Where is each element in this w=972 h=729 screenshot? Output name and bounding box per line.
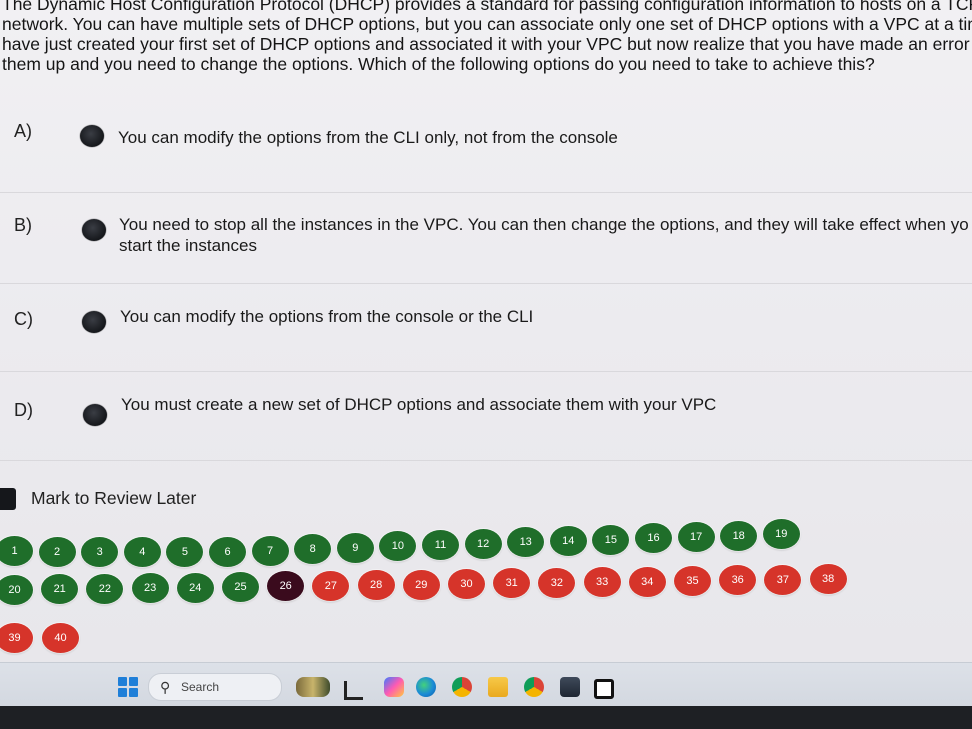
option-d-letter: D) xyxy=(14,400,33,420)
question-nav-button-14[interactable]: 14 xyxy=(549,526,587,557)
copilot-icon[interactable] xyxy=(384,677,404,697)
question-nav-button-26[interactable]: 26 xyxy=(267,571,305,602)
question-nav-button-24[interactable]: 24 xyxy=(176,572,214,603)
question-nav-button-7[interactable]: 7 xyxy=(251,536,289,566)
windows-start-icon[interactable] xyxy=(118,677,138,697)
option-c-row[interactable]: C) You can modify the options from the c… xyxy=(0,284,972,372)
question-nav-button-1[interactable]: 1 xyxy=(0,536,33,566)
question-nav-button-23[interactable]: 23 xyxy=(131,573,169,604)
question-nav-button-31[interactable]: 31 xyxy=(493,568,531,599)
option-b-row[interactable]: B) You need to stop all the instances in… xyxy=(0,193,972,284)
windows-taskbar: ⚲ Search xyxy=(0,662,972,707)
option-b-radio[interactable] xyxy=(82,219,106,241)
question-text: The Dynamic Host Configuration Protocol … xyxy=(2,0,972,74)
question-nav-button-27[interactable]: 27 xyxy=(312,570,350,601)
question-nav-button-2[interactable]: 2 xyxy=(38,536,76,567)
exam-screen: The Dynamic Host Configuration Protocol … xyxy=(0,0,972,729)
file-explorer-icon[interactable] xyxy=(488,677,508,697)
question-line-1: The Dynamic Host Configuration Protocol … xyxy=(2,0,972,14)
option-b-line-1: You need to stop all the instances in th… xyxy=(119,215,969,234)
question-nav-button-33[interactable]: 33 xyxy=(583,567,621,598)
question-nav-button-11[interactable]: 11 xyxy=(422,530,459,560)
widgets-icon[interactable] xyxy=(296,677,330,697)
chrome-icon[interactable] xyxy=(452,677,472,697)
question-nav-button-22[interactable]: 22 xyxy=(86,573,124,604)
question-nav-button-20[interactable]: 20 xyxy=(0,575,33,605)
question-nav-button-40[interactable]: 40 xyxy=(42,623,79,653)
chrome-icon[interactable] xyxy=(524,677,544,697)
question-nav-button-3[interactable]: 3 xyxy=(81,536,119,567)
option-b-line-2: start the instances xyxy=(119,236,257,255)
question-nav-button-9[interactable]: 9 xyxy=(336,532,374,563)
option-c-text: You can modify the options from the cons… xyxy=(120,306,533,327)
question-line-2: network. You can have multiple sets of D… xyxy=(2,14,972,34)
option-a-letter: A) xyxy=(14,121,32,141)
monitor-bezel xyxy=(0,706,972,729)
question-nav-button-6[interactable]: 6 xyxy=(209,536,246,567)
store-icon[interactable] xyxy=(560,677,580,697)
option-c-radio[interactable] xyxy=(82,311,106,333)
mark-review-checkbox[interactable] xyxy=(0,488,16,510)
option-d-text: You must create a new set of DHCP option… xyxy=(121,394,716,415)
question-nav-button-19[interactable]: 19 xyxy=(762,519,800,550)
question-nav-button-12[interactable]: 12 xyxy=(464,528,502,559)
taskbar-search-box[interactable]: ⚲ Search xyxy=(148,673,282,701)
option-d-radio[interactable] xyxy=(83,404,107,426)
option-d-row[interactable]: D) You must create a new set of DHCP opt… xyxy=(0,372,972,461)
question-nav-button-21[interactable]: 21 xyxy=(41,574,79,605)
question-nav-button-34[interactable]: 34 xyxy=(628,566,666,597)
question-nav-button-37[interactable]: 37 xyxy=(764,564,802,595)
question-nav-button-39[interactable]: 39 xyxy=(0,623,33,653)
question-nav-button-8[interactable]: 8 xyxy=(294,534,332,565)
option-b-letter: B) xyxy=(14,215,32,235)
question-nav-button-16[interactable]: 16 xyxy=(635,523,672,554)
option-c-line-1: You can modify the options from the cons… xyxy=(120,307,534,326)
option-c-letter: C) xyxy=(14,309,33,329)
question-nav-button-25[interactable]: 25 xyxy=(222,572,259,602)
question-nav-button-15[interactable]: 15 xyxy=(592,524,630,555)
question-nav-button-29[interactable]: 29 xyxy=(402,569,440,600)
mark-review-label: Mark to Review Later xyxy=(31,488,197,508)
taskbar-search-label: Search xyxy=(181,680,220,694)
question-nav-button-28[interactable]: 28 xyxy=(357,570,395,601)
question-nav-button-17[interactable]: 17 xyxy=(677,521,715,552)
option-a-text: You can modify the options from the CLI … xyxy=(118,127,618,148)
edge-icon[interactable] xyxy=(416,677,436,697)
question-nav-button-32[interactable]: 32 xyxy=(538,567,576,598)
question-nav-button-38[interactable]: 38 xyxy=(809,564,847,595)
question-nav-button-18[interactable]: 18 xyxy=(720,520,758,551)
question-line-4: them up and you need to change the optio… xyxy=(2,54,875,74)
search-icon: ⚲ xyxy=(160,679,171,695)
task-view-icon[interactable] xyxy=(344,681,363,700)
option-a-line-1: You can modify the options from the CLI … xyxy=(118,128,618,147)
question-nav-button-35[interactable]: 35 xyxy=(674,566,711,596)
question-nav-button-36[interactable]: 36 xyxy=(719,565,757,596)
terminal-icon[interactable] xyxy=(594,679,614,699)
option-b-text: You need to stop all the instances in th… xyxy=(119,214,969,256)
option-a-radio[interactable] xyxy=(80,125,104,147)
question-nav-button-30[interactable]: 30 xyxy=(448,569,485,599)
question-nav-button-5[interactable]: 5 xyxy=(166,536,204,567)
question-nav-button-10[interactable]: 10 xyxy=(379,531,417,562)
question-line-3: have just created your first set of DHCP… xyxy=(2,34,972,54)
question-nav-button-13[interactable]: 13 xyxy=(507,527,545,558)
option-d-line-1: You must create a new set of DHCP option… xyxy=(121,395,717,414)
option-a-row[interactable]: A) You can modify the options from the C… xyxy=(0,100,972,193)
question-navigator: 1 2 3 4 5 6 7 8 9 10 11 12 13 14 15 16 17 18 19 20 21 22 23 24 2… xyxy=(0,519,972,658)
question-nav-button-4[interactable]: 4 xyxy=(123,536,161,567)
